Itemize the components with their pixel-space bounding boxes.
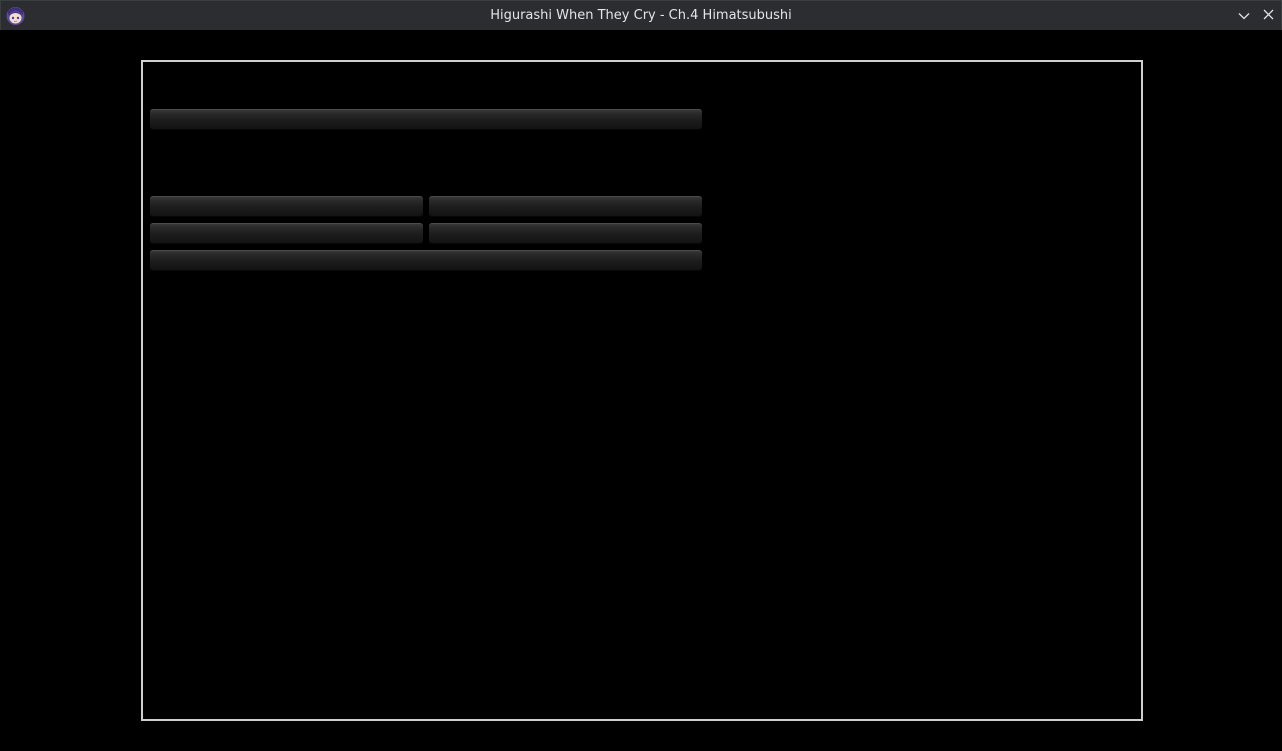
menu-frame: [141, 60, 1143, 721]
chevron-down-icon: [1238, 7, 1250, 25]
close-icon: [1263, 7, 1274, 25]
menu-option-4[interactable]: [429, 223, 702, 244]
menu-option-3[interactable]: [150, 223, 423, 244]
menu-bar-footer[interactable]: [150, 250, 702, 271]
menu-bar-primary[interactable]: [150, 109, 702, 130]
window-title: Higurashi When They Cry - Ch.4 Himatsubu…: [490, 8, 792, 23]
close-button[interactable]: [1258, 6, 1278, 26]
menu-option-1[interactable]: [150, 196, 423, 217]
menu-option-2[interactable]: [429, 196, 702, 217]
title-bar[interactable]: Higurashi When They Cry - Ch.4 Himatsubu…: [1, 1, 1281, 31]
game-viewport: [0, 30, 1282, 751]
minimize-button[interactable]: [1234, 6, 1254, 26]
